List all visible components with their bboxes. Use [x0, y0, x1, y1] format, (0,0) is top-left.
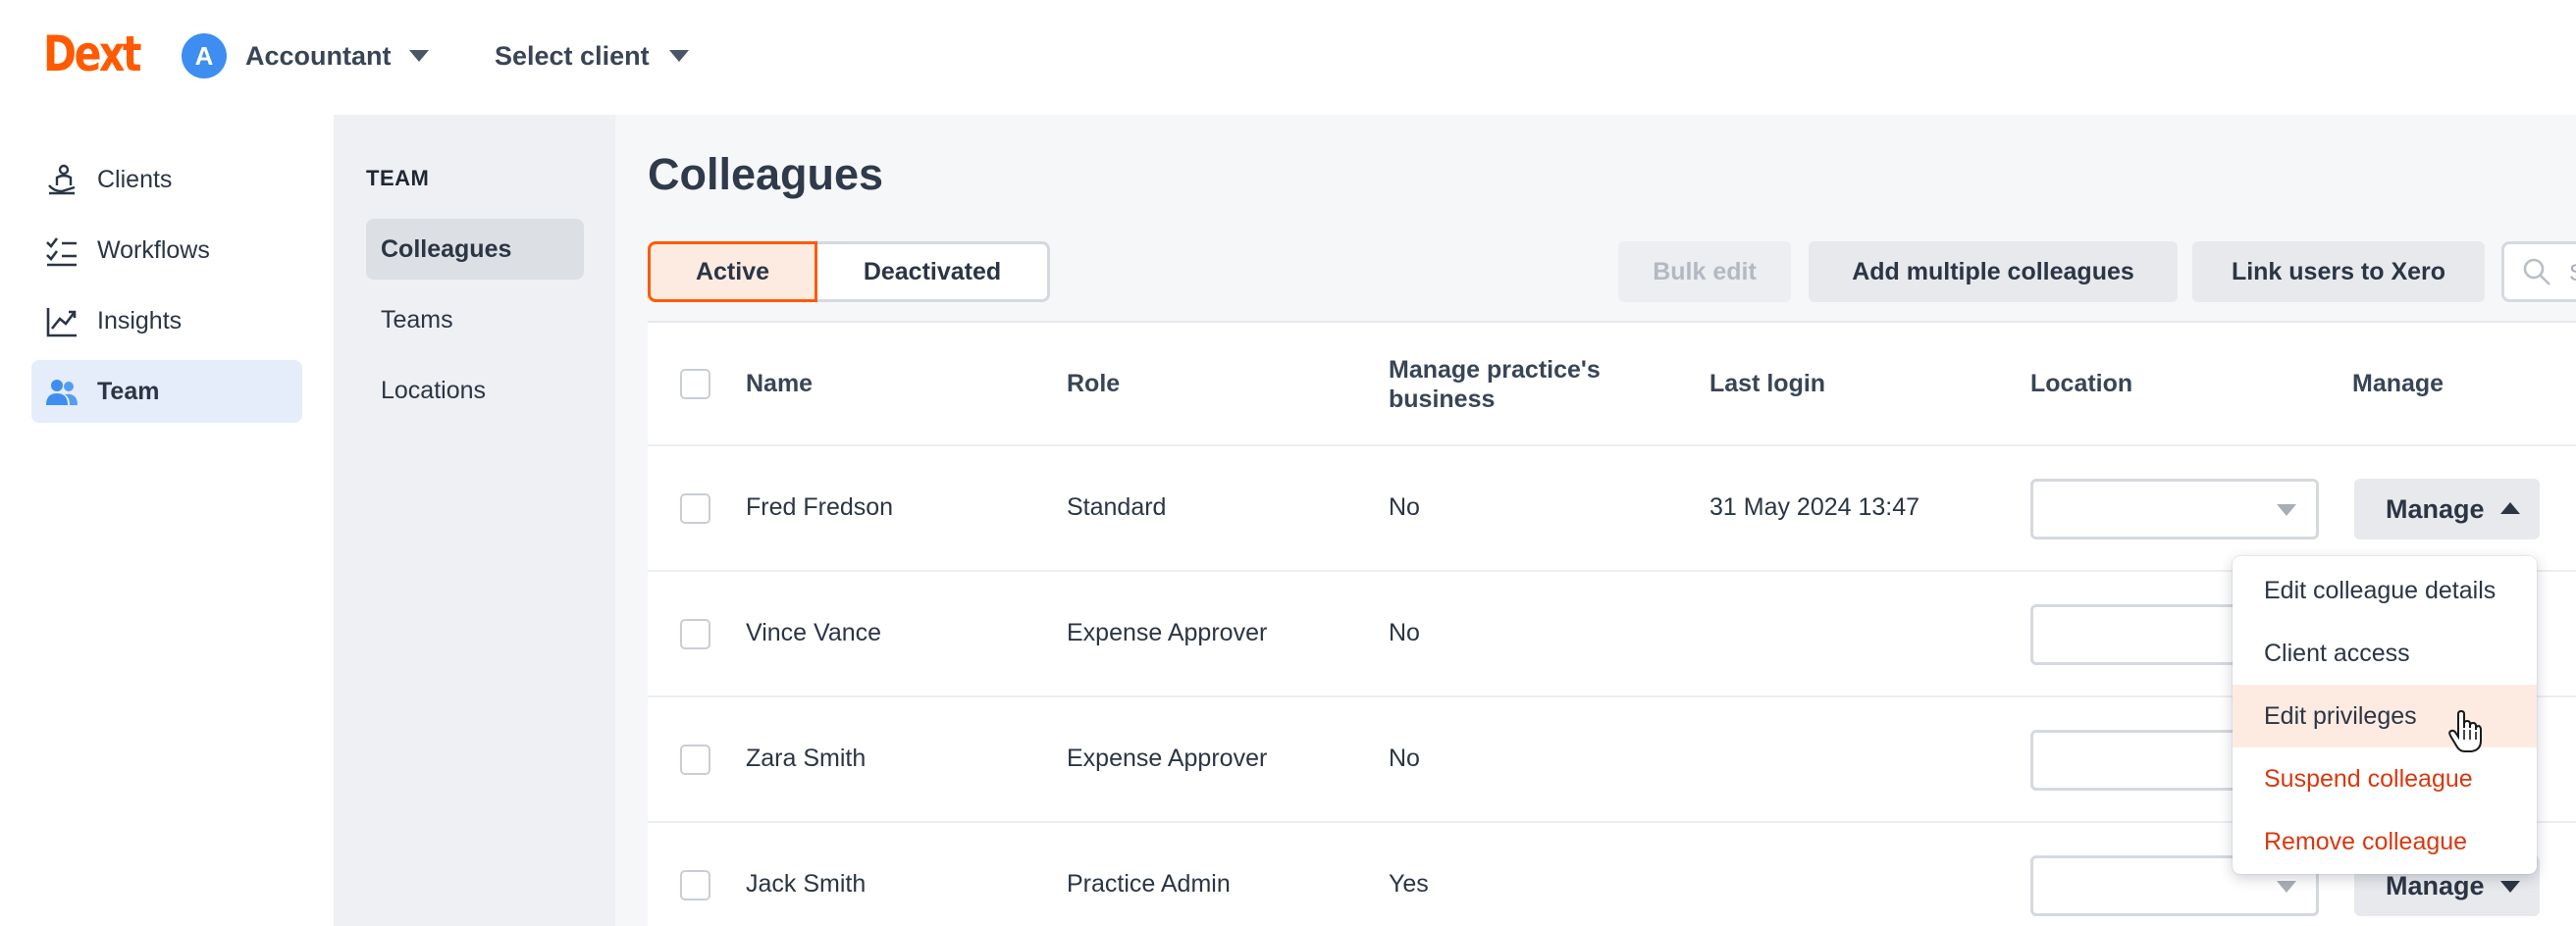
- sidebar-item-team[interactable]: Team: [31, 360, 302, 423]
- column-header-manage-business[interactable]: Manage practice's business: [1389, 355, 1634, 414]
- account-switcher[interactable]: A Accountant: [182, 33, 429, 78]
- sidebar-item-label: Insights: [97, 306, 183, 334]
- top-bar: Dext A Accountant Select client: [0, 0, 2576, 115]
- colleague-role: Expense Approver: [1067, 745, 1268, 772]
- dext-logo[interactable]: Dext: [43, 26, 142, 82]
- chevron-down-icon: [668, 50, 689, 62]
- sidebar-item-insights[interactable]: Insights: [31, 289, 302, 352]
- manage-dropdown-menu: Edit colleague details Client access Edi…: [2233, 556, 2537, 874]
- manage-business-value: No: [1389, 745, 1420, 772]
- menu-item-remove-colleague[interactable]: Remove colleague: [2233, 810, 2537, 873]
- sidebar-item-label: Workflows: [97, 235, 210, 264]
- select-all-checkbox[interactable]: [680, 369, 710, 399]
- manage-business-value: No: [1389, 619, 1420, 646]
- account-avatar: A: [182, 33, 227, 78]
- subnav-heading: TEAM: [366, 166, 430, 190]
- subnav-item-locations[interactable]: Locations: [366, 360, 584, 421]
- manage-button[interactable]: Manage: [2354, 479, 2540, 540]
- colleague-role: Standard: [1067, 493, 1167, 521]
- manage-business-value: No: [1389, 493, 1420, 521]
- manage-button-label: Manage: [2386, 493, 2485, 524]
- table-header: Name Role Manage practice's business Las…: [648, 323, 2576, 446]
- column-header-manage: Manage: [2352, 370, 2445, 397]
- location-select[interactable]: [2030, 479, 2319, 540]
- sidebar-item-label: Clients: [97, 165, 173, 193]
- row-checkbox[interactable]: [680, 493, 710, 524]
- menu-item-edit-privileges[interactable]: Edit privileges: [2233, 685, 2537, 747]
- menu-item-edit-colleague-details[interactable]: Edit colleague details: [2233, 559, 2537, 622]
- client-selector[interactable]: Select client: [495, 33, 689, 78]
- column-header-location: Location: [2030, 370, 2133, 397]
- account-label: Accountant: [245, 40, 392, 71]
- deactivated-tab[interactable]: Deactivated: [817, 241, 1050, 302]
- status-toggle: Active Deactivated: [648, 241, 1050, 302]
- insights-icon: [46, 308, 77, 337]
- client-selector-label: Select client: [495, 40, 650, 71]
- colleague-name: Vince Vance: [746, 619, 882, 646]
- bulk-edit-button[interactable]: Bulk edit: [1618, 241, 1791, 302]
- sidebar-item-label: Team: [97, 377, 160, 405]
- table-row: Fred Fredson Standard No 31 May 2024 13:…: [648, 446, 2576, 572]
- subnav-item-colleagues[interactable]: Colleagues: [366, 219, 584, 280]
- column-header-name[interactable]: Name: [746, 370, 813, 398]
- chevron-down-icon: [2500, 881, 2520, 893]
- colleague-name: Jack Smith: [746, 870, 867, 898]
- manage-business-value: Yes: [1389, 870, 1429, 898]
- search-placeholder: S: [2569, 260, 2576, 287]
- manage-button-label: Manage: [2386, 870, 2485, 900]
- hand-cursor-icon: [2448, 710, 2482, 752]
- page-title: Colleagues: [648, 149, 884, 199]
- row-checkbox[interactable]: [680, 745, 710, 775]
- chevron-down-icon: [2277, 881, 2296, 893]
- chevron-down-icon: [2277, 504, 2296, 516]
- active-tab[interactable]: Active: [648, 241, 817, 302]
- main-sidebar: Clients Workflows Insights Team: [0, 115, 334, 926]
- last-login-value: 31 May 2024 13:47: [1709, 493, 1920, 521]
- team-subnav: TEAM Colleagues Teams Locations: [334, 115, 615, 926]
- add-multiple-colleagues-button[interactable]: Add multiple colleagues: [1809, 241, 2178, 302]
- colleague-name: Zara Smith: [746, 745, 867, 772]
- team-icon: [46, 380, 78, 405]
- sidebar-item-workflows[interactable]: Workflows: [31, 219, 302, 282]
- column-header-role[interactable]: Role: [1067, 370, 1120, 398]
- row-checkbox[interactable]: [680, 870, 710, 900]
- colleague-role: Practice Admin: [1067, 870, 1231, 898]
- chevron-down-icon: [408, 50, 429, 62]
- workflows-icon: [46, 237, 77, 267]
- colleague-name: Fred Fredson: [746, 493, 894, 521]
- sidebar-item-clients[interactable]: Clients: [31, 148, 302, 211]
- chevron-up-icon: [2500, 502, 2520, 514]
- search-icon: [2523, 258, 2550, 285]
- column-header-last-login[interactable]: Last login: [1709, 370, 1825, 398]
- link-users-to-xero-button[interactable]: Link users to Xero: [2192, 241, 2485, 302]
- row-checkbox[interactable]: [680, 619, 710, 649]
- menu-item-suspend-colleague[interactable]: Suspend colleague: [2233, 747, 2537, 810]
- clients-icon: [48, 164, 76, 195]
- menu-item-client-access[interactable]: Client access: [2233, 622, 2537, 685]
- search-input[interactable]: S: [2501, 241, 2576, 302]
- colleague-role: Expense Approver: [1067, 619, 1268, 646]
- subnav-item-teams[interactable]: Teams: [366, 289, 584, 350]
